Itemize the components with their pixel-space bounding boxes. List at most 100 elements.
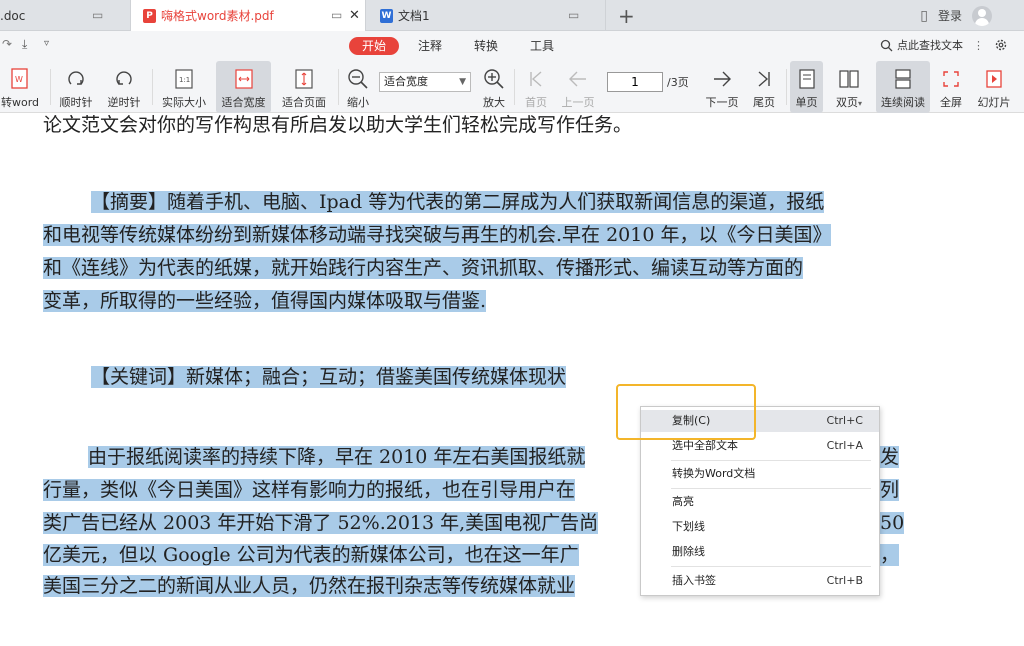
body-line: 由于报纸阅读率的持续下降，早在 2010 年左右美国报纸就 <box>88 446 586 468</box>
chevron-down-icon: ▼ <box>459 77 466 87</box>
rotate-counterclockwise-icon <box>111 67 137 91</box>
chevron-down-icon: ▾ <box>857 99 862 108</box>
context-menu: 复制(C) Ctrl+C 选中全部文本 Ctrl+A 转换为Word文档 高亮 … <box>640 406 880 596</box>
menu-item-strikethrough[interactable]: 删除线 <box>641 541 879 563</box>
abstract-line: 和电视等传统媒体纷纷到新媒体移动端寻找突破与再生的机会.早在 2010 年，以《… <box>43 224 832 246</box>
zoom-in-button[interactable]: 放大 <box>478 61 510 113</box>
menu-convert[interactable]: 转换 <box>474 37 498 55</box>
menu-item-copy[interactable]: 复制(C) Ctrl+C <box>641 410 879 432</box>
double-page-icon <box>836 67 862 91</box>
find-text-box[interactable]: 点此查找文本 ⋮ <box>880 37 1008 53</box>
tab-label: 文档1 <box>398 9 430 23</box>
menu-item-highlight[interactable]: 高亮 <box>641 491 879 513</box>
toolbar-separator <box>152 69 153 105</box>
zoom-out-icon <box>345 67 371 91</box>
single-page-icon <box>794 67 820 91</box>
more-icon[interactable]: ⋮ <box>973 39 984 52</box>
previous-page-button[interactable]: 上一页 <box>558 61 598 113</box>
pdf-to-word-icon: W <box>7 67 33 91</box>
rotate-clockwise-icon <box>63 67 89 91</box>
last-page-button[interactable]: 尾页 <box>747 61 781 113</box>
menu-start[interactable]: 开始 <box>349 37 400 55</box>
to-word-button[interactable]: W 转word <box>0 61 42 113</box>
body-line-tail: 列 <box>880 479 900 501</box>
search-icon <box>880 39 893 51</box>
menu-item-convert-to-word[interactable]: 转换为Word文档 <box>641 463 879 485</box>
body-line: 美国三分之二的新闻从业人员，仍然在报刊杂志等传统媒体就业 <box>43 575 576 597</box>
menu-separator <box>671 460 871 461</box>
zoom-in-icon <box>481 67 507 91</box>
paragraph-line: 论文范文会对你的写作构思有所启发以助大学生们轻松完成写作任务。 <box>43 114 633 136</box>
fullscreen-button[interactable]: 全屏 <box>935 61 967 113</box>
continuous-reading-icon <box>890 67 916 91</box>
tab-pin-icon[interactable]: ▭ <box>331 8 342 22</box>
first-page-button[interactable]: 首页 <box>519 61 553 113</box>
add-tab-icon[interactable]: + <box>618 4 635 28</box>
tab-label: .doc <box>0 8 26 23</box>
svg-text:W: W <box>15 75 23 84</box>
tab-doc[interactable]: .doc ▭ <box>0 0 130 31</box>
fit-width-button[interactable]: 适合宽度 <box>216 61 271 113</box>
actual-size-button[interactable]: 1:1 实际大小 <box>158 61 210 113</box>
page-number-input[interactable]: 1 <box>607 72 663 92</box>
tab-pdf[interactable]: P 嗨格式word素材.pdf ▭ ✕ <box>130 0 366 31</box>
slideshow-button[interactable]: 幻灯片 <box>974 61 1014 113</box>
arrow-left-icon <box>565 67 591 91</box>
body-line-tail: ， <box>880 544 900 566</box>
menu-tools[interactable]: 工具 <box>530 37 554 55</box>
abstract-line: 【摘要】随着手机、电脑、Ipad 等为代表的第二屏成为人们获取新闻信息的渠道，报… <box>91 191 825 213</box>
toolbar: W 转word 顺时针 逆时针 1:1 实际大小 适合宽度 适合页面 缩小 放大… <box>0 61 1024 113</box>
rotate-clockwise-button[interactable]: 顺时针 <box>56 61 96 113</box>
zoom-out-button[interactable]: 缩小 <box>342 61 374 113</box>
menu-item-select-all[interactable]: 选中全部文本 Ctrl+A <box>641 435 879 457</box>
avatar-icon[interactable] <box>972 5 992 26</box>
tablet-mode-icon[interactable]: ▯ <box>920 8 928 24</box>
body-line-tail: 发 <box>880 446 900 468</box>
body-line: 类广告已经从 2003 年开始下滑了 52%.2013 年,美国电视广告尚 <box>43 512 599 534</box>
body-line: 行量，类似《今日美国》这样有影响力的报纸，也在引导用户在 <box>43 479 576 501</box>
export-icon[interactable]: ⤓ <box>22 37 27 52</box>
abstract-line: 变革，所取得的一些经验，值得国内媒体吸取与借鉴. <box>43 290 487 312</box>
next-page-button[interactable]: 下一页 <box>702 61 742 113</box>
zoom-select[interactable]: 适合宽度 ▼ <box>379 72 471 92</box>
login-link[interactable]: 登录 <box>938 7 962 24</box>
tab-wps-doc[interactable]: W 文档1 ▭ <box>366 0 606 31</box>
find-text-label: 点此查找文本 <box>897 39 963 52</box>
last-page-icon <box>751 67 777 91</box>
close-icon[interactable]: ✕ <box>349 8 360 23</box>
single-page-button[interactable]: 单页 <box>790 61 823 113</box>
tab-label: 嗨格式word素材.pdf <box>161 9 274 23</box>
rotate-counterclockwise-button[interactable]: 逆时针 <box>104 61 144 113</box>
toolbar-separator <box>50 69 51 105</box>
continuous-reading-button[interactable]: 连续阅读 <box>876 61 930 113</box>
fit-page-button[interactable]: 适合页面 <box>278 61 330 113</box>
arrow-right-icon <box>709 67 735 91</box>
window-top-right: ▯ 登录 <box>920 0 1024 31</box>
toolbar-separator <box>786 69 787 105</box>
first-page-icon <box>523 67 549 91</box>
menu-annotate[interactable]: 注释 <box>418 37 442 55</box>
quick-access-dropdown-icon[interactable]: ▿ <box>44 38 49 49</box>
toolbar-separator <box>514 69 515 105</box>
menu-item-insert-bookmark[interactable]: 插入书签 Ctrl+B <box>641 570 879 592</box>
word-file-icon: W <box>380 8 393 23</box>
tab-bar: .doc ▭ P 嗨格式word素材.pdf ▭ ✕ W 文档1 ▭ + ▯ 登… <box>0 0 1024 31</box>
fit-page-icon <box>291 67 317 91</box>
tab-pin-icon[interactable]: ▭ <box>92 8 103 22</box>
fullscreen-icon <box>938 67 964 91</box>
menu-separator <box>671 488 871 489</box>
svg-text:1:1: 1:1 <box>179 76 190 84</box>
fit-width-icon <box>231 67 257 91</box>
abstract-line: 和《连线》为代表的纸媒，就开始践行内容生产、资讯抓取、传播形式、编读互动等方面的 <box>43 257 804 279</box>
double-page-button[interactable]: 双页▾ <box>829 61 869 113</box>
actual-size-icon: 1:1 <box>171 67 197 91</box>
body-line: 亿美元，但以 Google 公司为代表的新媒体公司，也在这一年广 <box>43 544 579 566</box>
keywords-line: 【关键词】新媒体；融合；互动；借鉴美国传统媒体现状 <box>91 366 567 388</box>
menu-item-underline[interactable]: 下划线 <box>641 516 879 538</box>
menu-bar: ↷ ⤓ ▿ 开始 注释 转换 工具 点此查找文本 ⋮ <box>0 31 1024 61</box>
gear-icon[interactable] <box>994 38 1008 52</box>
tab-pin-icon[interactable]: ▭ <box>568 8 579 22</box>
slideshow-icon <box>981 67 1007 91</box>
redo-icon[interactable]: ↷ <box>2 37 12 51</box>
body-line-tail: 50 <box>880 512 905 534</box>
